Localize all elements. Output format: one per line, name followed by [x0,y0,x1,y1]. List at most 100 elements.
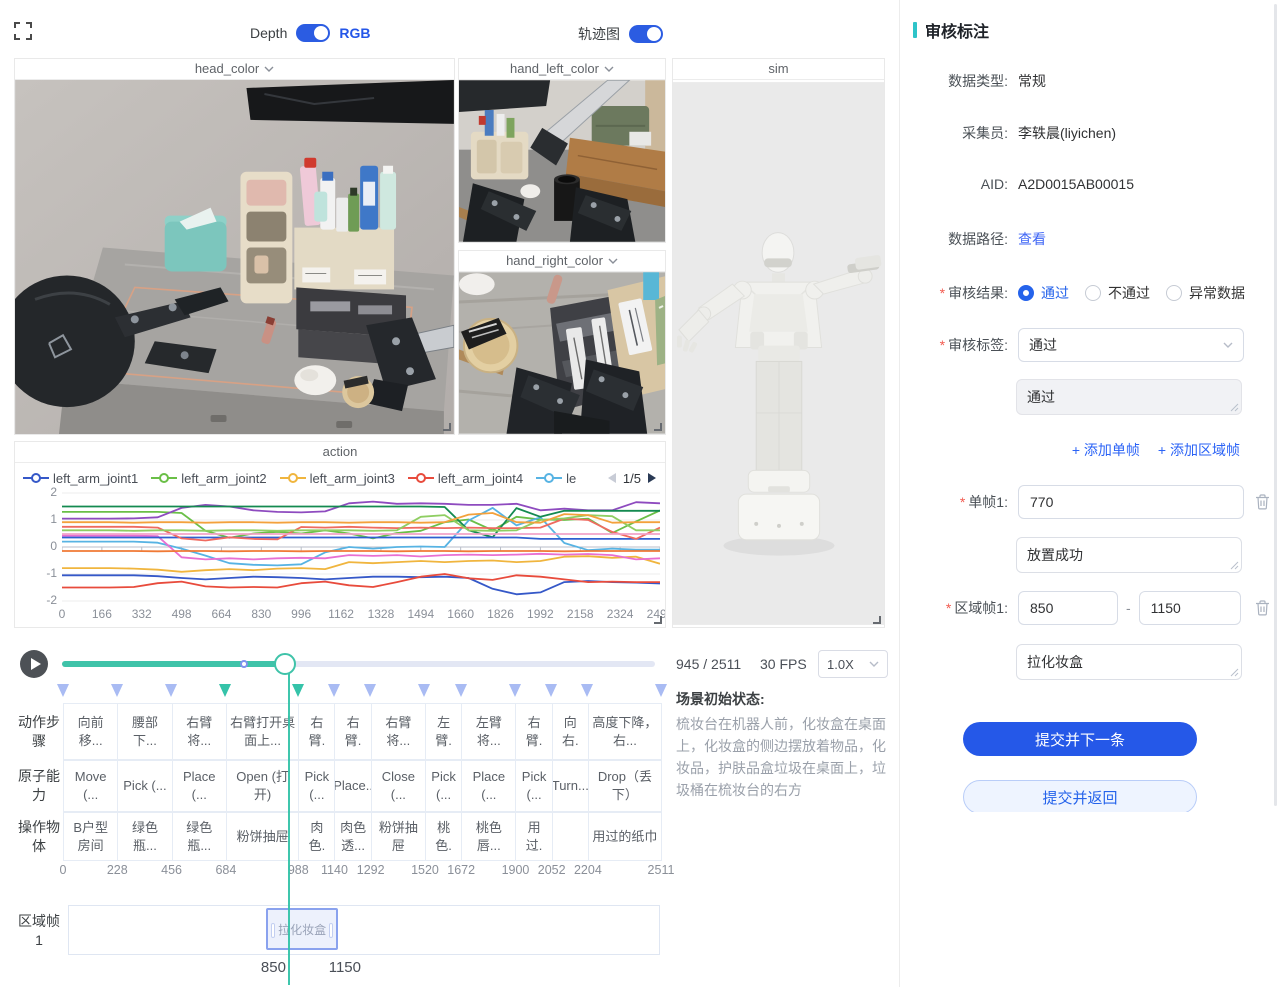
x-axis-tick: 664 [199,607,243,621]
resize-corner-icon[interactable] [443,423,451,431]
resize-grip-icon[interactable] [1230,403,1239,412]
table-cell: Drop（丢下） [588,760,662,812]
legend-prev-icon[interactable] [607,472,617,484]
legend-item[interactable]: left_arm_joint2 [151,471,266,486]
x-axis-tick: 2158 [558,607,602,621]
resize-corner-icon[interactable] [654,616,662,624]
region-start-label: 850 [243,959,303,976]
delete-single-frame-icon[interactable] [1255,494,1270,510]
region-segment-left-handle[interactable] [271,923,275,938]
review-panel-header: 审核标注 [913,18,989,42]
review-result-label: *审核结果: [900,283,1008,303]
legend-next-icon[interactable] [647,472,657,484]
single-frame-dot[interactable] [240,660,248,668]
play-button[interactable] [20,650,48,678]
sim-view [673,80,884,627]
region-segment[interactable]: 拉化妆盒 [266,908,337,950]
data-type-value: 常规 [1018,71,1046,91]
region-segment-right-handle[interactable] [329,923,333,938]
timeline-slider-handle[interactable] [274,653,296,675]
depth-rgb-toggle[interactable] [296,24,330,42]
frame-marker[interactable] [581,684,593,697]
timeline-slider-fill [62,661,285,667]
resize-corner-icon[interactable] [873,616,881,624]
review-tag-note[interactable]: 通过 [1016,379,1242,415]
resize-grip-icon[interactable] [1230,561,1239,570]
resize-corner-icon[interactable] [654,423,662,431]
sim-panel: sim [672,58,885,628]
frame-counter: 945 / 2511 [676,656,741,672]
hand-left-camera-title[interactable]: hand_left_color [459,59,665,80]
frame-marker[interactable] [418,684,430,697]
radio-pass[interactable] [1018,285,1034,301]
table-cell: 粉饼抽屉 [371,812,426,861]
add-single-frame-button[interactable]: + 添加单帧 [1072,440,1140,460]
fullscreen-icon[interactable] [14,22,32,40]
required-mark: * [940,337,945,353]
right-panel-scrollbar[interactable] [1274,4,1277,806]
submit-next-button[interactable]: 提交并下一条 [963,722,1197,756]
region-track[interactable]: 拉化妆盒 [68,905,660,955]
region-frame-note[interactable]: 拉化妆盒 [1016,644,1242,680]
radio-pass-label[interactable]: 通过 [1041,283,1069,303]
data-path-view-link[interactable]: 查看 [1018,229,1046,249]
hand-right-camera-title[interactable]: hand_right_color [459,251,665,272]
frame-marker[interactable] [655,684,667,697]
trajectory-toggle[interactable] [629,25,663,43]
chart-legend: left_arm_joint1 left_arm_joint2 left_arm… [23,466,657,490]
single-frame-input[interactable]: 770 [1018,485,1244,519]
frame-marker[interactable] [328,684,340,697]
head-camera-scene [15,80,454,434]
region-end-input[interactable]: 1150 [1139,591,1241,625]
single-frame-note[interactable]: 放置成功 [1016,537,1242,573]
radio-abnormal[interactable] [1166,285,1182,301]
radio-fail-label[interactable]: 不通过 [1108,283,1150,303]
playback-speed-value: 1.0X [827,657,854,672]
radio-abnormal-label[interactable]: 异常数据 [1189,283,1245,303]
frame-marker[interactable] [545,684,557,697]
frame-marker[interactable] [57,684,69,697]
add-region-frame-button[interactable]: + 添加区域帧 [1158,440,1240,460]
depth-rgb-toggle-group: Depth RGB [250,24,370,42]
legend-item[interactable]: left_arm_joint3 [280,471,395,486]
head-camera-title[interactable]: head_color [15,59,454,80]
submit-return-button[interactable]: 提交并返回 [963,780,1197,812]
x-axis-tick: 498 [160,607,204,621]
frame-marker[interactable] [455,684,467,697]
frame-scale-label: 456 [150,863,194,877]
legend-item[interactable]: left_arm_joint1 [23,471,138,486]
action-chart-title: action [15,442,665,463]
review-tag-select[interactable]: 通过 [1018,328,1244,362]
radio-fail[interactable] [1085,285,1101,301]
table-cell: 用过. [515,812,552,861]
frame-marker[interactable] [165,684,177,697]
legend-item[interactable]: left_arm_joint4 [408,471,523,486]
frame-marker[interactable] [292,684,304,697]
region-start-input[interactable]: 850 [1018,591,1118,625]
table-cell: 绿色瓶... [117,812,172,861]
x-axis-tick: 1162 [319,607,363,621]
y-axis-tick: 0 [35,539,57,553]
frame-marker[interactable] [111,684,123,697]
frame-marker[interactable] [219,684,231,697]
range-separator: - [1126,600,1131,616]
delete-region-frame-icon[interactable] [1255,600,1270,616]
toggle-knob [314,26,328,40]
x-axis-tick: 1660 [439,607,483,621]
frame-marker[interactable] [364,684,376,697]
toggle-knob [647,27,661,41]
head-camera-panel: head_color [14,58,455,435]
hand-left-camera-scene [459,80,665,242]
frame-marker[interactable] [509,684,521,697]
table-cell: B户型房间 [63,812,118,861]
timeline-slider[interactable] [62,661,655,667]
table-cell: 向右. [552,703,589,760]
legend-item[interactable]: le [536,471,576,486]
table-cell: 用过的纸巾 [588,812,662,861]
aid-row: AID: A2D0015AB00015 [900,176,1280,192]
resize-grip-icon[interactable] [1230,668,1239,677]
playback-speed-select[interactable]: 1.0X [818,650,888,678]
hand-left-camera-image [459,80,665,242]
data-path-row: 数据路径: 查看 [900,229,1280,249]
sim-title: sim [673,59,884,80]
